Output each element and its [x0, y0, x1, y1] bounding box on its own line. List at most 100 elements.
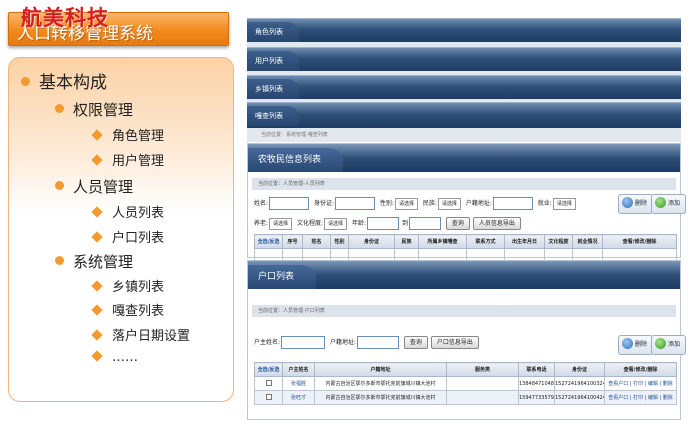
- table-row: 张旺才 内蒙古自治区鄂尔多斯市鄂托克前旗城川镇大池村 15947733579 1…: [254, 390, 677, 405]
- label-elderly: 养老:: [254, 220, 269, 227]
- farmer-export-button[interactable]: 人员信息导出: [472, 217, 521, 230]
- employment-select[interactable]: 请选择: [552, 197, 576, 210]
- hukou-address-input[interactable]: [356, 336, 399, 349]
- outline-item-user: 用户管理: [91, 150, 164, 169]
- cell-phone: 15947733579: [518, 390, 555, 405]
- cell-service: [446, 390, 519, 405]
- hukou-export-button[interactable]: 户口信息导出: [430, 336, 479, 349]
- bullet-diamond-icon: [91, 231, 103, 243]
- label-head-name: 户主姓名:: [254, 339, 281, 346]
- tab-farmer-info[interactable]: 农牧民信息列表: [248, 148, 344, 172]
- bullet-dot-icon: [55, 256, 64, 265]
- cell-id: 152724196410042419: [554, 390, 605, 405]
- town-list-strip: 乡镇列表: [247, 75, 681, 99]
- hukou-addr-input[interactable]: [492, 197, 533, 210]
- farmer-panel-header: 农牧民信息列表: [248, 144, 680, 172]
- row-checkbox[interactable]: [265, 379, 272, 386]
- farmer-delete-button[interactable]: 删除: [618, 194, 654, 214]
- cell-id: 152724196410032410: [554, 376, 605, 391]
- farmer-breadcrumb: 当前位置：人员管理-人员列表: [252, 178, 676, 190]
- hukou-breadcrumb: 当前位置：人员管理-户口列表: [252, 305, 676, 317]
- add-icon: [655, 197, 666, 208]
- delete-icon: [622, 338, 633, 349]
- ethnic-select[interactable]: 请选择: [437, 197, 461, 210]
- village-crumb: 当前位置：系统管理-嘎查列表: [247, 128, 681, 142]
- cell-service: [446, 376, 519, 391]
- outline-panel: 基本构成 权限管理 角色管理 用户管理 人员管理 人员列表 户口列表 系统管理 …: [8, 57, 234, 402]
- add-icon: [655, 338, 666, 349]
- tab-village-list[interactable]: 嘎查列表: [247, 106, 299, 126]
- farmer-search-row-2: 养老: 请选择 文化程度: 请选择 年龄: 到 查询 人员信息导出: [254, 217, 524, 230]
- col-ethnic: 民族: [394, 234, 419, 249]
- hukou-panel-header: 户口列表: [248, 261, 680, 289]
- hukou-add-button[interactable]: 添加: [651, 335, 687, 355]
- education-select[interactable]: 请选择: [324, 217, 348, 230]
- bullet-diamond-icon: [91, 206, 103, 218]
- outline-item-system: 系统管理: [55, 251, 133, 272]
- role-list-strip: 角色列表: [247, 18, 681, 42]
- farmer-info-panel: 农牧民信息列表 当前位置：人员管理-人员列表 姓名: 身份证: 性别: 请选择 民…: [247, 143, 687, 263]
- farmer-add-button[interactable]: 添加: [651, 194, 687, 214]
- hukou-query-button[interactable]: 查询: [403, 336, 428, 349]
- col-contact: 联系方式: [466, 234, 505, 249]
- age-to-input[interactable]: [408, 217, 441, 230]
- bullet-dot-icon: [21, 77, 30, 86]
- label-ethnic: 民族:: [422, 200, 437, 207]
- col-name: 姓名: [302, 234, 331, 249]
- hukou-list-panel: 户口列表 当前位置：人员管理-户口列表 户主姓名: 户籍地址: 查询 户口信息导出…: [247, 260, 687, 420]
- hukou-search-row: 户主姓名: 户籍地址: 查询 户口信息导出: [254, 336, 482, 349]
- hukou-delete-button[interactable]: 删除: [618, 335, 654, 355]
- col-employment: 就业情况: [572, 234, 603, 249]
- outline-item-permission: 权限管理: [55, 99, 133, 120]
- outline-item-hukou-list: 户口列表: [91, 227, 164, 246]
- bullet-diamond-icon: [91, 280, 103, 292]
- bullet-diamond-icon: [91, 129, 103, 141]
- tab-role-list[interactable]: 角色列表: [247, 22, 299, 42]
- label-education: 文化程度:: [296, 220, 323, 227]
- bullet-diamond-icon: [91, 329, 103, 341]
- label-hukou-address: 户籍地址:: [329, 339, 356, 346]
- outline-item-village: 嘎查列表: [91, 300, 164, 319]
- col-gender: 性别: [330, 234, 349, 249]
- head-name-link[interactable]: 张旺才: [282, 390, 315, 405]
- head-name-input[interactable]: [281, 336, 326, 349]
- col-index: 序号: [282, 234, 303, 249]
- col-actions: 查看/修改/删除: [604, 362, 677, 377]
- outline-item-basic: 基本构成: [21, 68, 107, 93]
- brand-logo-text: 航美科技: [21, 5, 109, 30]
- row-actions[interactable]: 查看户口 | 打印 | 编辑 | 删除: [604, 390, 677, 405]
- user-list-strip: 用户列表: [247, 47, 681, 71]
- col-actions: 查看/修改/删除: [602, 234, 677, 249]
- col-town-village: 所属乡镇嘎查: [418, 234, 467, 249]
- outline-item-town: 乡镇列表: [91, 276, 164, 295]
- col-service: 服务类: [446, 362, 519, 377]
- elderly-select[interactable]: 请选择: [269, 217, 293, 230]
- tab-hukou-list[interactable]: 户口列表: [248, 265, 317, 289]
- col-education: 文化程度: [544, 234, 573, 249]
- col-id: 身份证: [554, 362, 605, 377]
- age-from-input[interactable]: [366, 217, 399, 230]
- label-name: 姓名:: [254, 200, 269, 207]
- outline-item-more: ……: [91, 350, 138, 365]
- row-checkbox[interactable]: [265, 393, 272, 400]
- col-select-all[interactable]: 全选/反选: [254, 362, 283, 377]
- label-employment: 就业:: [537, 200, 552, 207]
- village-list-strip: 嘎查列表: [247, 102, 681, 128]
- row-actions[interactable]: 查看户口 | 打印 | 编辑 | 删除: [604, 376, 677, 391]
- tab-user-list[interactable]: 用户列表: [247, 51, 299, 71]
- farmer-table-header: 全选/反选 序号 姓名 性别 身份证 民族 所属乡镇嘎查 联系方式 出生年月日 …: [254, 234, 677, 249]
- outline-item-people: 人员管理: [55, 176, 133, 197]
- table-row: 张福胜 内蒙古自治区鄂尔多斯市鄂托克前旗城川镇大池村 13848471048 1…: [254, 376, 677, 391]
- farmer-query-button[interactable]: 查询: [445, 217, 470, 230]
- id-input[interactable]: [334, 197, 375, 210]
- farmer-search-row-1: 姓名: 身份证: 性别: 请选择 民族: 请选择 户籍地址: 就业: 请选择: [254, 197, 579, 210]
- col-head-name: 户主姓名: [282, 362, 315, 377]
- col-select-all[interactable]: 全选/反选: [254, 234, 283, 249]
- name-input[interactable]: [269, 197, 310, 210]
- col-phone: 联系电话: [518, 362, 555, 377]
- head-name-link[interactable]: 张福胜: [282, 376, 315, 391]
- bullet-dot-icon: [55, 181, 64, 190]
- label-gender: 性别:: [379, 200, 394, 207]
- tab-town-list[interactable]: 乡镇列表: [247, 79, 299, 99]
- gender-select[interactable]: 请选择: [394, 197, 418, 210]
